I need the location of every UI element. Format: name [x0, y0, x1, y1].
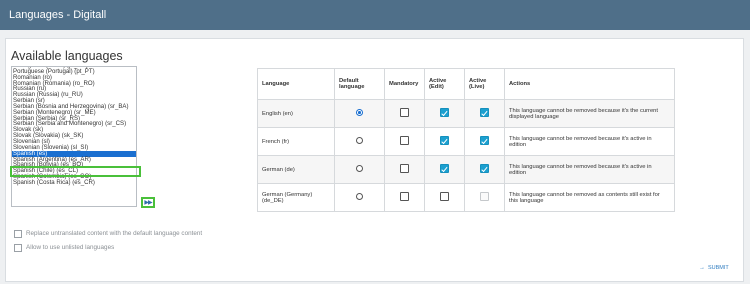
default-language-cell [334, 183, 385, 212]
header-active-edit: Active (Edit) [424, 68, 465, 100]
submit-button[interactable]: → SUBMIT [699, 265, 729, 271]
header-language: Language [257, 68, 335, 100]
mandatory-cell [384, 183, 425, 212]
mandatory-cell [384, 155, 425, 184]
table-header-row: Language Default language Mandatory Acti… [257, 68, 675, 100]
active-live-cell [464, 99, 505, 128]
selection-highlight [10, 166, 141, 177]
default-language-cell [334, 99, 385, 128]
allow-unlisted-checkbox[interactable] [14, 243, 22, 252]
replace-untranslated-checkbox[interactable] [14, 229, 22, 238]
action-note-cell: This language cannot be removed as conte… [504, 183, 675, 212]
language-name-cell: English (en) [257, 99, 335, 128]
active-live-checkbox[interactable] [480, 108, 489, 117]
active-edit-cell [424, 99, 465, 128]
active-edit-cell [424, 183, 465, 212]
default-language-radio[interactable] [356, 165, 363, 172]
default-language-radio[interactable] [356, 137, 363, 144]
add-language-button[interactable]: ▶▶ [141, 197, 155, 208]
active-edit-checkbox[interactable] [440, 192, 449, 201]
active-live-cell [464, 183, 505, 212]
language-name-cell: German (Germany) (de_DE) [257, 183, 335, 212]
header-active-live: Active (Live) [464, 68, 505, 100]
header-mandatory: Mandatory [384, 68, 425, 100]
languages-table: Language Default language Mandatory Acti… [257, 68, 675, 212]
fast-forward-icon: ▶▶ [144, 199, 152, 206]
active-live-checkbox [480, 192, 489, 201]
allow-unlisted-label: Allow to use unlisted languages [26, 244, 115, 251]
table-row: English (en) This language cannot be remo… [257, 99, 675, 128]
submit-label: SUBMIT [708, 265, 729, 271]
allow-unlisted-option[interactable]: Allow to use unlisted languages [14, 243, 114, 252]
mandatory-cell [384, 127, 425, 156]
active-live-cell [464, 127, 505, 156]
available-languages-list[interactable]: Portuguese (Brazil) (pt_BR)Portuguese (P… [11, 66, 137, 207]
language-name-cell: German (de) [257, 155, 335, 184]
action-note-cell: This language cannot be removed because … [504, 127, 675, 156]
window-title: Languages - Digitall [9, 9, 107, 21]
active-live-checkbox[interactable] [480, 164, 489, 173]
active-live-cell [464, 155, 505, 184]
active-edit-checkbox[interactable] [440, 164, 449, 173]
arrow-right-icon: → [699, 265, 705, 271]
active-edit-cell [424, 127, 465, 156]
active-edit-cell [424, 155, 465, 184]
active-live-checkbox[interactable] [480, 136, 489, 145]
table-row: German (Germany) (de_DE) This language ca… [257, 183, 675, 212]
replace-untranslated-option[interactable]: Replace untranslated content with the de… [14, 229, 202, 238]
default-language-cell [334, 155, 385, 184]
replace-untranslated-label: Replace untranslated content with the de… [26, 230, 203, 237]
action-note-cell: This language cannot be removed because … [504, 99, 675, 128]
mandatory-checkbox[interactable] [400, 136, 409, 145]
default-language-radio[interactable] [356, 193, 363, 200]
section-title: Available languages [11, 49, 123, 63]
default-language-cell [334, 127, 385, 156]
active-edit-checkbox[interactable] [440, 108, 449, 117]
mandatory-cell [384, 99, 425, 128]
title-bar: Languages - Digitall [0, 0, 750, 30]
default-language-radio[interactable] [356, 109, 363, 116]
table-row: German (de) This language cannot be remov… [257, 155, 675, 184]
mandatory-checkbox[interactable] [400, 108, 409, 117]
header-actions: Actions [504, 68, 675, 100]
mandatory-checkbox[interactable] [400, 164, 409, 173]
header-default-language: Default language [334, 68, 385, 100]
language-name-cell: French (fr) [257, 127, 335, 156]
mandatory-checkbox[interactable] [400, 192, 409, 201]
list-item[interactable]: Spanish (Costa Rica) (es_CR) [12, 179, 136, 186]
table-row: French (fr) This language cannot be remov… [257, 127, 675, 156]
active-edit-checkbox[interactable] [440, 136, 449, 145]
action-note-cell: This language cannot be removed because … [504, 155, 675, 184]
